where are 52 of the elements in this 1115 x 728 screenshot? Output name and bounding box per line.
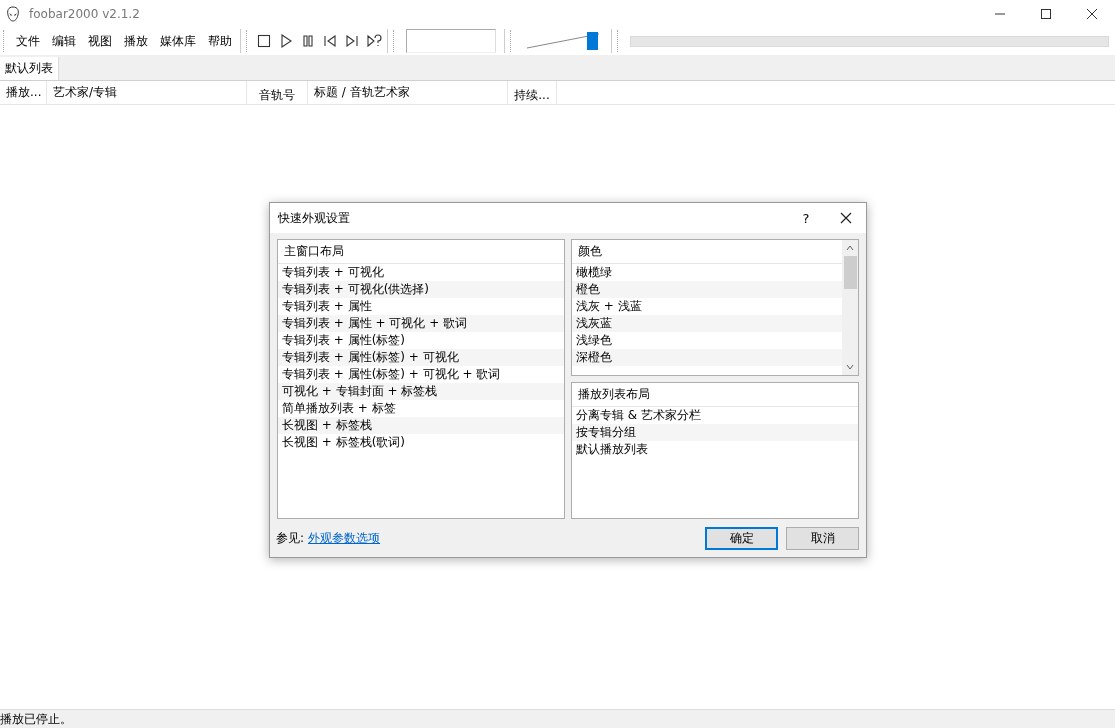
list-item[interactable]: 专辑列表 + 属性(标签) bbox=[278, 332, 564, 349]
list-header: 颜色 bbox=[572, 240, 842, 264]
list-item[interactable]: 专辑列表 + 属性(标签) + 可视化 bbox=[278, 349, 564, 366]
status-bar: 播放已停止。 bbox=[0, 709, 1115, 728]
scroll-thumb[interactable] bbox=[843, 256, 857, 289]
column-header[interactable]: 持续... bbox=[508, 81, 557, 104]
maximize-icon[interactable] bbox=[1040, 7, 1052, 20]
list-item[interactable]: 默认播放列表 bbox=[572, 441, 858, 458]
menu-item[interactable]: 编辑 bbox=[46, 29, 82, 53]
scrollbar[interactable] bbox=[842, 240, 858, 375]
dialog-button[interactable]: 取消 bbox=[786, 527, 859, 550]
list-item[interactable]: 长视图 + 标签栈 bbox=[278, 417, 564, 434]
column-header[interactable]: 标题 / 音轨艺术家 bbox=[308, 81, 508, 104]
menu-item[interactable]: 媒体库 bbox=[154, 29, 202, 53]
list-header: 播放列表布局 bbox=[572, 383, 858, 407]
column-header[interactable]: 播放... bbox=[0, 81, 47, 104]
list-item[interactable]: 浅灰 + 浅蓝 bbox=[572, 298, 842, 315]
list-item[interactable]: 专辑列表 + 可视化(供选择) bbox=[278, 281, 564, 298]
list-item[interactable]: 浅绿色 bbox=[572, 332, 842, 349]
list-item[interactable]: 专辑列表 + 属性 bbox=[278, 298, 564, 315]
close-icon[interactable] bbox=[840, 212, 852, 224]
list-header: 主窗口布局 bbox=[278, 240, 564, 264]
list-item[interactable]: 深橙色 bbox=[572, 349, 842, 366]
menu-item[interactable]: 帮助 bbox=[202, 29, 238, 53]
dialog-title: 快速外观设置 bbox=[278, 209, 351, 227]
see-also-label: 参见: bbox=[276, 530, 305, 547]
list-item[interactable]: 分离专辑 & 艺术家分栏 bbox=[572, 407, 858, 424]
menu-item[interactable]: 视图 bbox=[82, 29, 118, 53]
list-item[interactable]: 专辑列表 + 可视化 bbox=[278, 264, 564, 281]
menu-item[interactable]: 文件 bbox=[10, 29, 46, 53]
list-item[interactable]: 长视图 + 标签栈(歌词) bbox=[278, 434, 564, 451]
window-title: foobar2000 v2.1.2 bbox=[29, 6, 141, 21]
scroll-up-icon[interactable] bbox=[845, 243, 855, 253]
close-icon[interactable] bbox=[1086, 7, 1098, 20]
alien-head-icon bbox=[5, 5, 21, 22]
list-item[interactable]: 可视化 + 专辑封面 + 标签栈 bbox=[278, 383, 564, 400]
playlist-tab[interactable]: 默认列表 bbox=[0, 57, 59, 80]
menu-item[interactable]: 播放 bbox=[118, 29, 154, 53]
list-item[interactable]: 专辑列表 + 属性(标签) + 可视化 + 歌词 bbox=[278, 366, 564, 383]
scroll-down-icon[interactable] bbox=[845, 362, 855, 372]
dialog-button[interactable]: 确定 bbox=[705, 527, 778, 550]
column-header[interactable]: 音轨号 bbox=[247, 81, 308, 104]
list-item[interactable]: 浅灰蓝 bbox=[572, 315, 842, 332]
list-item[interactable]: 橄榄绿 bbox=[572, 264, 842, 281]
help-button[interactable]: ? bbox=[786, 210, 826, 226]
list-item[interactable]: 简单播放列表 + 标签 bbox=[278, 400, 564, 417]
preferences-link[interactable]: 外观参数选项 bbox=[308, 530, 697, 547]
list-item[interactable]: 专辑列表 + 属性 + 可视化 + 歌词 bbox=[278, 315, 564, 332]
list-item[interactable]: 橙色 bbox=[572, 281, 842, 298]
volume-slider[interactable] bbox=[525, 30, 601, 52]
column-header[interactable]: 艺术家/专辑 bbox=[47, 81, 247, 104]
list-item[interactable]: 按专辑分组 bbox=[572, 424, 858, 441]
